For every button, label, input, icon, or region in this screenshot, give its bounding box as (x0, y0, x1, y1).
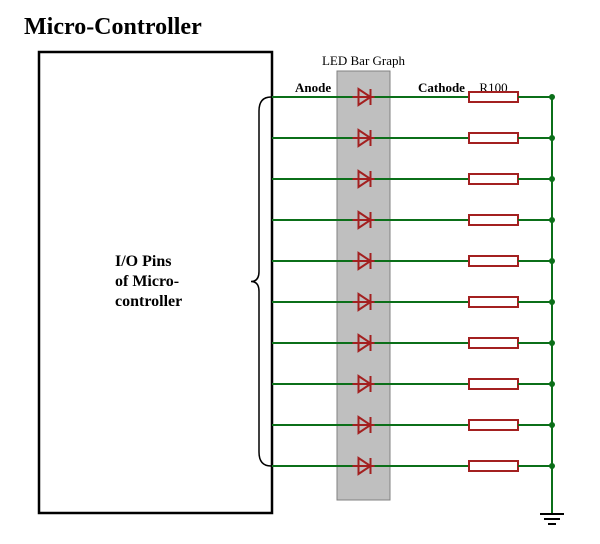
bargraph-label: LED Bar Graph (322, 53, 406, 68)
schematic-svg: Micro-Controller I/O Pins of Micro-control… (0, 0, 600, 539)
resistor-icon (469, 379, 518, 389)
resistor-icon (469, 133, 518, 143)
io-pins-bracket (251, 97, 271, 466)
diagram-root: Micro-Controller I/O Pins of Micro-control… (0, 0, 600, 539)
resistor-icon (469, 256, 518, 266)
bargraph-box (337, 71, 390, 500)
resistor-icon (469, 338, 518, 348)
resistor-icon (469, 174, 518, 184)
resistor-icon (469, 297, 518, 307)
ground-icon (540, 514, 564, 524)
io-pins-label-line: controller (115, 293, 182, 310)
resistor-icon (469, 461, 518, 471)
anode-label: Anode (295, 80, 331, 95)
resistor-icon (469, 420, 518, 430)
io-pins-label-line: of Micro- (115, 273, 179, 290)
title: Micro-Controller (24, 14, 202, 40)
io-pins-label-line: I/O Pins (115, 253, 171, 270)
cathode-label: Cathode (418, 80, 465, 95)
resistor-icon (469, 215, 518, 225)
